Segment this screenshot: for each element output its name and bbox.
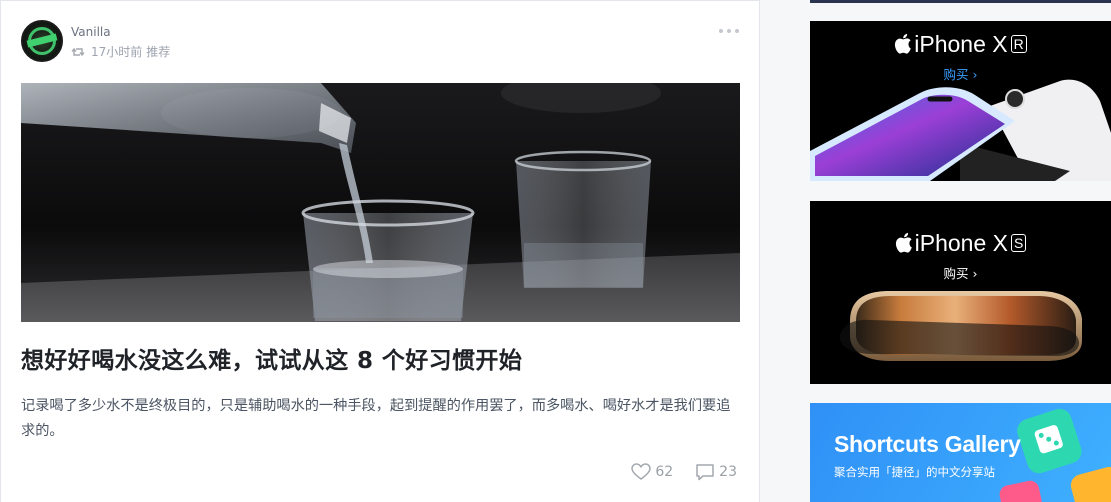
ad-xr-product: iPhone XR xyxy=(810,31,1111,58)
shortcuts-title: Shortcuts Gallery xyxy=(834,431,1021,457)
shortcuts-subtitle: 聚合实用「捷径」的中文分享站 xyxy=(834,465,995,479)
avatar[interactable] xyxy=(21,20,63,62)
author-name[interactable]: Vanilla xyxy=(71,23,170,41)
like-button[interactable]: 62 xyxy=(631,463,673,481)
article-stats: 62 23 xyxy=(631,463,737,481)
apple-logo-icon xyxy=(895,232,912,253)
ad-shortcuts-gallery[interactable]: Shortcuts Gallery 聚合实用「捷径」的中文分享站 xyxy=(810,403,1111,502)
retweet-icon xyxy=(71,47,85,57)
article-card: Vanilla 17小时前 推荐 想好好喝水没这么难，试试从这 8 个好习惯开始… xyxy=(0,0,760,502)
ad-iphone-xs[interactable]: iPhone XS 购买 › xyxy=(810,201,1111,384)
article-title[interactable]: 想好好喝水没这么难，试试从这 8 个好习惯开始 xyxy=(21,346,522,376)
ad-xs-product: iPhone XS xyxy=(810,230,1111,257)
hero-image[interactable] xyxy=(21,83,740,322)
apple-logo-icon xyxy=(895,33,912,54)
more-icon[interactable] xyxy=(719,29,739,33)
heart-icon xyxy=(631,463,652,480)
ad-iphone-xr[interactable]: iPhone XR 购买 › xyxy=(810,21,1111,181)
comment-button[interactable]: 23 xyxy=(695,463,737,481)
ad-banner-top[interactable] xyxy=(810,0,1111,3)
comment-icon xyxy=(696,464,714,481)
ad-xr-buy-link[interactable]: 购买 › xyxy=(810,64,1111,83)
post-tag: 推荐 xyxy=(146,45,171,59)
post-time: 17小时前 xyxy=(91,45,143,59)
author-meta: Vanilla 17小时前 推荐 xyxy=(71,20,170,61)
ad-xs-buy-link[interactable]: 购买 › xyxy=(810,263,1111,282)
post-meta: 17小时前 推荐 xyxy=(71,43,170,61)
article-excerpt: 记录喝了多少水不是终极目的，只是辅助喝水的一种手段，起到提醒的作用罢了，而多喝水… xyxy=(21,398,731,439)
like-count: 62 xyxy=(655,464,674,480)
comment-count: 23 xyxy=(719,464,737,480)
author-row: Vanilla 17小时前 推荐 xyxy=(21,20,170,62)
